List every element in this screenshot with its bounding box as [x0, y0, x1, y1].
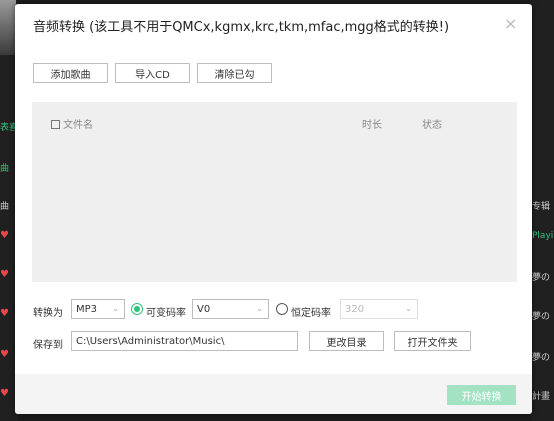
audio-convert-dialog: 音频转换 (该工具不用于QMCx,kgmx,krc,tkm,mfac,mgg格式… — [15, 4, 532, 414]
vbr-select[interactable]: V0 ⌄ — [192, 299, 269, 319]
vbr-select-value: V0 — [197, 303, 211, 315]
background-label: 夢の — [532, 273, 551, 283]
heart-icon[interactable]: ♥ — [0, 389, 9, 399]
close-icon[interactable]: × — [504, 14, 517, 33]
select-all-checkbox[interactable] — [51, 120, 60, 129]
start-convert-button[interactable]: 开始转换 — [447, 385, 516, 405]
chevron-down-icon: ⌄ — [112, 304, 119, 313]
heart-icon[interactable]: ♥ — [0, 270, 9, 280]
open-folder-button[interactable]: 打开文件夹 — [394, 331, 471, 351]
cbr-select-value: 320 — [345, 303, 365, 315]
heart-icon[interactable]: ♥ — [0, 231, 9, 241]
background-label: Playi — [532, 231, 554, 241]
filename-header-label: 文件名 — [63, 120, 93, 131]
background-label: 夢の — [532, 353, 551, 363]
heart-icon[interactable]: ♥ — [0, 350, 9, 360]
filename-column-header: 文件名 — [51, 116, 93, 131]
convert-to-label: 转换为 — [33, 308, 63, 319]
background-label: 曲 — [0, 202, 10, 212]
chevron-down-icon: ⌄ — [256, 304, 263, 313]
add-song-button[interactable]: 添加歌曲 — [33, 63, 108, 83]
status-column-header: 状态 — [422, 120, 442, 131]
dialog-title: 音频转换 (该工具不用于QMCx,kgmx,krc,tkm,mfac,mgg格式… — [33, 20, 450, 35]
cbr-label: 恒定码率 — [291, 308, 331, 319]
dialog-footer: 开始转换 — [15, 374, 532, 414]
import-cd-button[interactable]: 导入CD — [115, 63, 190, 83]
save-to-label: 保存到 — [33, 340, 63, 351]
cbr-radio[interactable] — [276, 303, 288, 315]
background-label: 曲 — [0, 164, 10, 174]
background-album-art — [0, 0, 16, 55]
background-label: 夢の — [532, 312, 551, 322]
cbr-select[interactable]: 320 ⌄ — [340, 299, 418, 319]
clear-checked-button[interactable]: 清除已勾 — [197, 63, 272, 83]
save-path-field[interactable]: C:\Users\Administrator\Music\ — [71, 331, 298, 351]
duration-column-header: 时长 — [362, 120, 382, 131]
heart-icon[interactable]: ♥ — [0, 309, 9, 319]
chevron-down-icon: ⌄ — [405, 304, 412, 313]
format-select-value: MP3 — [76, 303, 98, 315]
change-directory-button[interactable]: 更改目录 — [309, 331, 384, 351]
background-label: 专辑 — [532, 202, 551, 212]
format-select[interactable]: MP3 ⌄ — [71, 299, 125, 319]
vbr-radio[interactable] — [131, 303, 143, 315]
vbr-label: 可变码率 — [146, 308, 186, 319]
file-list[interactable]: 文件名 时长 状态 — [32, 102, 517, 282]
background-label: 計畫 — [532, 392, 551, 402]
